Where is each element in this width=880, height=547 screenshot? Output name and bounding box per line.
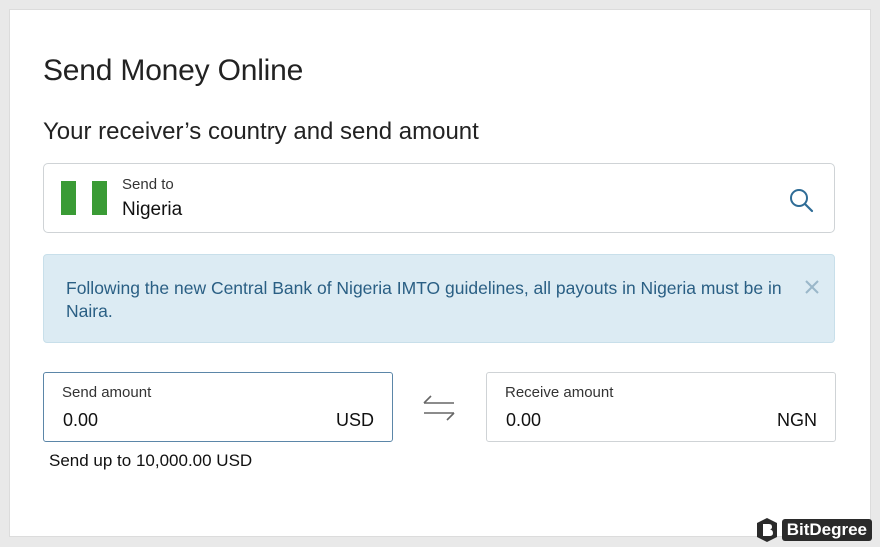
send-currency: USD bbox=[335, 410, 374, 430]
watermark-text: BitDegree bbox=[781, 519, 872, 541]
receive-currency: NGN bbox=[777, 410, 817, 430]
country-select-field[interactable]: Send to Nigeria bbox=[43, 163, 835, 233]
nigeria-flag-icon bbox=[61, 181, 107, 215]
swap-arrows-icon[interactable] bbox=[421, 393, 457, 423]
send-amount-field[interactable]: Send amount 0.00 USD bbox=[43, 372, 393, 442]
send-money-card: Send Money Online Your receiver’s countr… bbox=[9, 9, 871, 537]
receive-amount-label: Receive amount bbox=[505, 384, 614, 401]
search-icon[interactable] bbox=[788, 187, 814, 213]
send-amount-label: Send amount bbox=[62, 384, 152, 401]
send-limit-text: Send up to 10,000.00 USD bbox=[49, 451, 253, 470]
bitdegree-logo-icon bbox=[756, 518, 777, 542]
section-title: Your receiver’s country and send amount bbox=[43, 118, 479, 145]
imto-notice-banner: Following the new Central Bank of Nigeri… bbox=[43, 254, 835, 343]
bitdegree-watermark: BitDegree bbox=[756, 517, 872, 543]
page-title: Send Money Online bbox=[43, 54, 304, 87]
send-amount-input[interactable]: 0.00 bbox=[63, 410, 98, 431]
notice-text: Following the new Central Bank of Nigeri… bbox=[66, 278, 782, 321]
receive-amount-input[interactable]: 0.00 bbox=[506, 410, 541, 431]
send-to-label: Send to bbox=[122, 176, 174, 193]
country-value[interactable]: Nigeria bbox=[122, 199, 182, 221]
close-icon[interactable] bbox=[804, 279, 820, 295]
receive-amount-field[interactable]: Receive amount 0.00 NGN bbox=[486, 372, 836, 442]
